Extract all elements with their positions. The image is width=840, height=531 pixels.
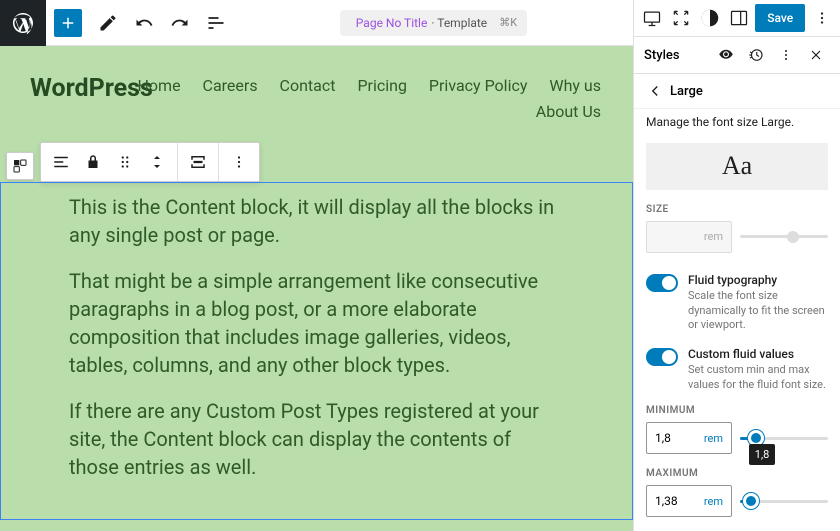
styles-button[interactable] — [698, 0, 723, 36]
nav-item[interactable]: Contact — [280, 76, 336, 95]
fluid-typography-toggle[interactable] — [646, 274, 678, 292]
settings-button[interactable] — [726, 0, 751, 36]
slider-tooltip: 1,8 — [749, 444, 776, 465]
close-panel-button[interactable] — [802, 37, 830, 73]
nav-item[interactable]: About Us — [536, 102, 601, 121]
settings-sidebar: Save Styles Large Manage the font size L… — [633, 0, 840, 531]
more-options-button[interactable] — [223, 146, 255, 178]
size-input[interactable]: rem — [646, 221, 732, 253]
select-parent-button[interactable] — [6, 152, 34, 180]
fluid-typography-label: Fluid typography — [688, 273, 828, 287]
custom-fluid-toggle[interactable] — [646, 348, 678, 366]
editor-topbar: Page No Title · Template ⌘K — [0, 0, 633, 46]
panel-more-button[interactable] — [772, 37, 800, 73]
nav-item[interactable]: Careers — [203, 76, 258, 95]
panel-title: Styles — [644, 48, 712, 63]
minimum-label: MINIMUM — [634, 405, 840, 422]
minimum-input[interactable]: 1,8rem — [646, 422, 732, 454]
view-desktop-button[interactable] — [640, 0, 665, 36]
revisions-button[interactable] — [742, 37, 770, 73]
move-up-down-button[interactable] — [141, 146, 173, 178]
page-title: Page No Title — [356, 16, 428, 30]
maximum-label: MAXIMUM — [634, 468, 840, 485]
editor-canvas[interactable]: WordPress Home Careers Contact Pricing P… — [0, 46, 633, 531]
custom-fluid-label: Custom fluid values — [688, 347, 828, 361]
breadcrumb-label: Large — [670, 84, 703, 99]
undo-button[interactable] — [126, 5, 162, 41]
minimum-slider[interactable]: 1,8 — [740, 428, 828, 448]
paragraph[interactable]: That might be a simple arrangement like … — [69, 267, 564, 379]
size-slider[interactable] — [740, 227, 828, 247]
font-preview: Aa — [646, 143, 828, 190]
full-width-button[interactable] — [182, 146, 214, 178]
maximum-slider[interactable] — [740, 491, 828, 511]
chevron-left-icon — [646, 82, 664, 100]
document-outline-button[interactable] — [198, 5, 234, 41]
maximum-input[interactable]: 1,38rem — [646, 485, 732, 517]
nav-item[interactable]: Pricing — [357, 76, 407, 95]
nav-item[interactable]: Why us — [549, 76, 601, 95]
panel-header: Styles — [634, 37, 840, 74]
paragraph[interactable]: This is the Content block, it will displ… — [69, 193, 564, 249]
zoom-out-button[interactable] — [669, 0, 694, 36]
edit-tool-button[interactable] — [90, 5, 126, 41]
drag-handle[interactable] — [109, 146, 141, 178]
document-title-bar[interactable]: Page No Title · Template ⌘K — [340, 10, 527, 36]
style-book-button[interactable] — [712, 37, 740, 73]
redo-button[interactable] — [162, 5, 198, 41]
save-button[interactable]: Save — [755, 4, 805, 32]
align-button[interactable] — [45, 146, 77, 178]
wordpress-logo[interactable] — [0, 0, 46, 46]
add-block-button[interactable] — [54, 9, 82, 37]
primary-nav-row2: About Us — [536, 102, 601, 121]
content-block[interactable]: This is the Content block, it will displ… — [0, 182, 633, 520]
paragraph[interactable]: If there are any Custom Post Types regis… — [69, 397, 564, 481]
primary-nav: Home Careers Contact Pricing Privacy Pol… — [120, 76, 602, 95]
nav-item[interactable]: Privacy Policy — [429, 76, 528, 95]
custom-fluid-desc: Set custom min and max values for the fl… — [688, 363, 828, 393]
panel-breadcrumb[interactable]: Large — [634, 74, 840, 109]
keyboard-shortcut: ⌘K — [499, 16, 517, 29]
size-label: SIZE — [634, 204, 840, 221]
lock-button[interactable] — [77, 146, 109, 178]
options-menu-button[interactable] — [809, 0, 834, 36]
panel-description: Manage the font size Large. — [634, 109, 840, 139]
nav-item[interactable]: Home — [138, 76, 181, 95]
fluid-typography-desc: Scale the font size dynamically to fit t… — [688, 289, 828, 334]
block-toolbar — [40, 142, 260, 182]
